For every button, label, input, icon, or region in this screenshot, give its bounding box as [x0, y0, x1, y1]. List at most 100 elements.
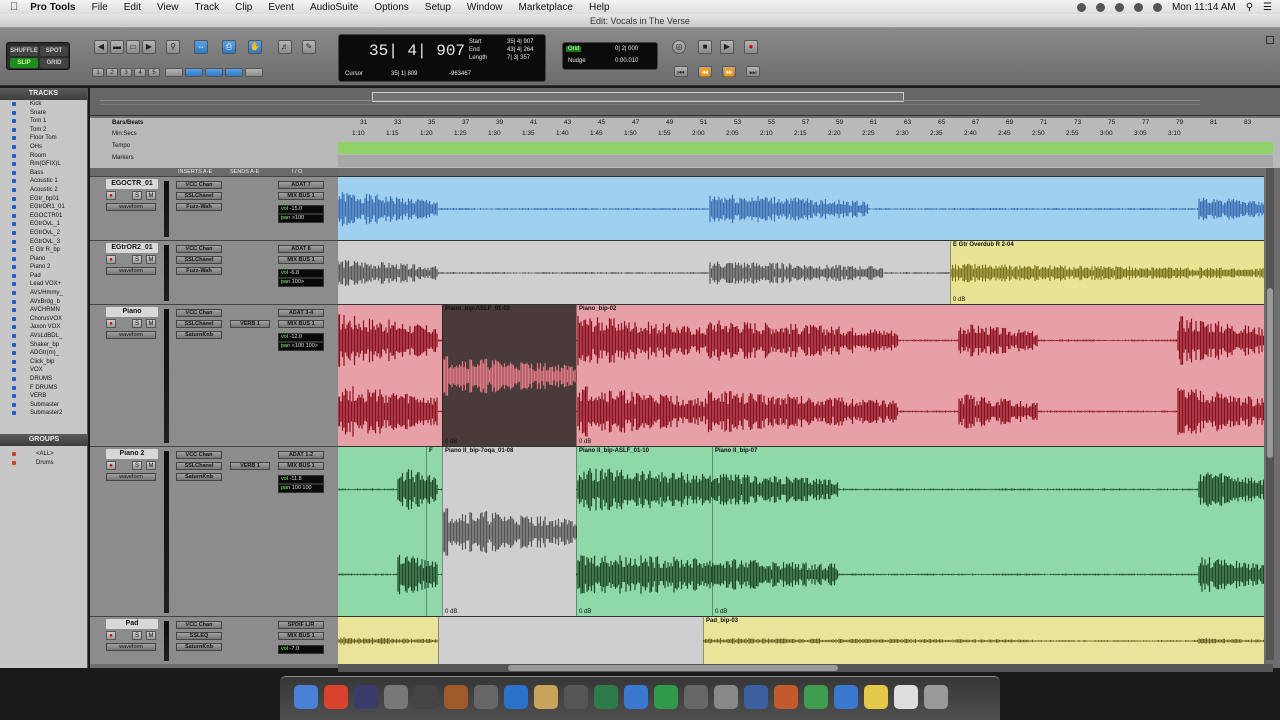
- menu-edit[interactable]: Edit: [124, 2, 141, 13]
- track-show-icon[interactable]: [12, 291, 16, 296]
- ruler-label-bars[interactable]: Bars/Beats: [112, 120, 143, 126]
- horizontal-scrollbar[interactable]: [338, 664, 1273, 672]
- tab-to-transient-icon[interactable]: [165, 68, 183, 77]
- audio-clip[interactable]: Piano II_bip-07 0 dB: [712, 447, 812, 616]
- pan-readout[interactable]: pan >100: [278, 214, 324, 223]
- ruler-label-minsecs[interactable]: Min:Secs: [112, 131, 137, 137]
- track-list-item[interactable]: AVsLdBDL_: [0, 332, 87, 341]
- main-counter[interactable]: 35| 4| 907: [369, 42, 465, 60]
- track-view-selector[interactable]: waveform: [106, 643, 156, 651]
- track-lane[interactable]: E Gtr Overdub R 2-04 0 dB: [338, 240, 1264, 304]
- track-list-item[interactable]: EGtrOR1_01: [0, 203, 87, 212]
- grid-label[interactable]: Grid: [566, 46, 582, 52]
- track-show-icon[interactable]: [12, 342, 16, 347]
- track-view-selector[interactable]: waveform: [106, 473, 156, 481]
- track-list-item[interactable]: Pad: [0, 272, 87, 281]
- insert-slot[interactable]: VCC Chan: [176, 181, 222, 189]
- vertical-scrollbar[interactable]: [1266, 168, 1274, 660]
- insert-slot[interactable]: SSLChanel: [176, 462, 222, 470]
- zoomer-tool-icon[interactable]: ⚲: [166, 40, 180, 54]
- nudge-label[interactable]: Nudge: [568, 58, 586, 64]
- menu-audiosuite[interactable]: AudioSuite: [310, 2, 358, 13]
- sync-icon[interactable]: [594, 685, 618, 709]
- pan-readout[interactable]: pan 100>: [278, 278, 324, 287]
- track-name[interactable]: EGOCTR_01: [106, 179, 158, 189]
- output-selector[interactable]: MIX BUS 1: [278, 320, 324, 328]
- track-list-item[interactable]: ChorusVOX: [0, 315, 87, 324]
- menu-event[interactable]: Event: [268, 2, 294, 13]
- track-list-item[interactable]: Lead VOX+: [0, 280, 87, 289]
- wifi-icon[interactable]: [1114, 2, 1124, 12]
- insert-slot[interactable]: Fuzz-Wah: [176, 203, 222, 211]
- insert-slot[interactable]: SaturnKnb: [176, 643, 222, 651]
- track-list-item[interactable]: Acoustic 2: [0, 186, 87, 195]
- track-show-icon[interactable]: [12, 119, 16, 124]
- drive-icon[interactable]: [654, 685, 678, 709]
- mute-button[interactable]: M: [146, 191, 156, 200]
- track-show-icon[interactable]: [12, 110, 16, 115]
- trash-icon[interactable]: [924, 685, 948, 709]
- track-list-item[interactable]: Acoustic 1: [0, 177, 87, 186]
- track-list-item[interactable]: Snare: [0, 109, 87, 118]
- numbers-icon[interactable]: [804, 685, 828, 709]
- track-list-item[interactable]: Submaster: [0, 401, 87, 410]
- universe-overview[interactable]: [90, 88, 1280, 116]
- mute-button[interactable]: M: [146, 461, 156, 470]
- status-icon[interactable]: [1076, 2, 1086, 12]
- go-to-end-icon[interactable]: ⏭: [746, 66, 760, 77]
- input-selector[interactable]: ADAT 1-2: [278, 451, 324, 459]
- track-list-item[interactable]: Piano 2: [0, 263, 87, 272]
- menu-marketplace[interactable]: Marketplace: [519, 2, 573, 13]
- preferences-icon[interactable]: [714, 685, 738, 709]
- zoom-preset-3[interactable]: 3: [120, 68, 132, 77]
- utility-icon[interactable]: [444, 685, 468, 709]
- spotlight-icon[interactable]: ⚲: [1246, 2, 1253, 13]
- track-show-icon[interactable]: [12, 196, 16, 201]
- tools-icon[interactable]: [564, 685, 588, 709]
- track-list-item[interactable]: DRUMS: [0, 375, 87, 384]
- scrubber-tool-icon[interactable]: ♬: [278, 40, 292, 54]
- return-to-zero-icon[interactable]: ⏮: [674, 66, 688, 77]
- finder-icon[interactable]: [294, 685, 318, 709]
- track-show-icon[interactable]: [12, 299, 16, 304]
- track-header[interactable]: Pad ● S Mwaveform VCC Chan SSLEQ SaturnKnb SPDI…: [90, 616, 338, 664]
- track-header[interactable]: EGOCTR_01 ● S Mwaveform VCC Chan SSLChanel Fuz…: [90, 176, 338, 240]
- track-name[interactable]: Pad: [106, 619, 158, 629]
- track-name[interactable]: Piano 2: [106, 449, 158, 459]
- insert-slot[interactable]: VCC Chan: [176, 245, 222, 253]
- track-show-icon[interactable]: [12, 368, 16, 373]
- window-expand-icon[interactable]: [1266, 36, 1274, 44]
- volume-icon[interactable]: [1133, 2, 1143, 12]
- zoom-preset-2[interactable]: 2: [106, 68, 118, 77]
- track-show-icon[interactable]: [12, 359, 16, 364]
- track-show-icon[interactable]: [12, 325, 16, 330]
- volume-readout[interactable]: vol -12.0: [278, 333, 324, 342]
- insert-slot[interactable]: SSLEQ: [176, 632, 222, 640]
- track-show-icon[interactable]: [12, 170, 16, 175]
- audio-clip[interactable]: [438, 617, 703, 664]
- files-icon[interactable]: [894, 685, 918, 709]
- track-name[interactable]: EGtrOR2_01: [106, 243, 158, 253]
- markers-ruler[interactable]: [338, 155, 1273, 167]
- menu-track[interactable]: Track: [194, 2, 219, 13]
- photo-icon[interactable]: [414, 685, 438, 709]
- insert-slot[interactable]: SSLChanel: [176, 256, 222, 264]
- track-list-item[interactable]: OHs: [0, 143, 87, 152]
- selector-tool-icon[interactable]: ⎙: [222, 40, 236, 54]
- track-list-item[interactable]: F DRUMS: [0, 384, 87, 393]
- insert-slot[interactable]: Fuzz-Wah: [176, 267, 222, 275]
- track-list-item[interactable]: Click_bip: [0, 358, 87, 367]
- track-lane[interactable]: F Piano II_bip-7oqa_01-08 0 dB Piano II_bip…: [338, 446, 1264, 616]
- audio-clip[interactable]: Piano II_bip-ASLF_01-10 0 dB: [576, 447, 712, 616]
- track-list-item[interactable]: Jaxon VOX: [0, 323, 87, 332]
- track-list-item[interactable]: Submaster2: [0, 409, 87, 418]
- safari-icon[interactable]: [624, 685, 648, 709]
- ruler-label-markers[interactable]: Markers: [112, 155, 134, 161]
- track-list-item[interactable]: Tom 1: [0, 117, 87, 126]
- track-show-icon[interactable]: [12, 127, 16, 132]
- track-list-item[interactable]: VERB: [0, 392, 87, 401]
- menu-help[interactable]: Help: [589, 2, 610, 13]
- volume-readout[interactable]: vol -11.8: [278, 475, 324, 484]
- track-show-icon[interactable]: [12, 351, 16, 356]
- pan-readout[interactable]: pan 100 100: [278, 484, 324, 493]
